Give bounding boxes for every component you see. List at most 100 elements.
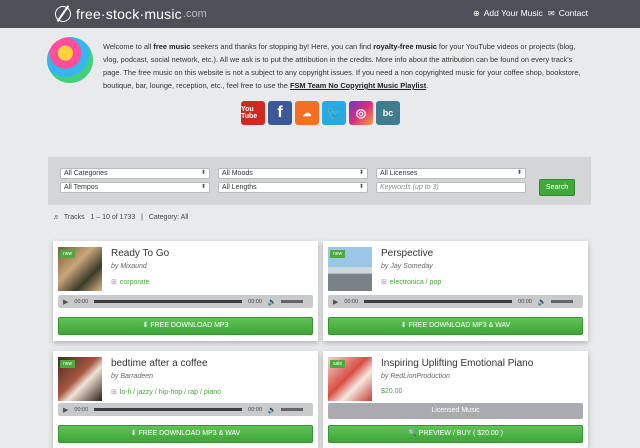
download-icon: ⬇ xyxy=(400,322,407,329)
soundcloud-icon[interactable]: ☁ xyxy=(295,101,319,125)
free-download-button[interactable]: ⬇ FREE DOWNLOAD MP3 & WAV xyxy=(328,317,583,335)
genre-label: lo-fi / jazzy / hip-hop / rap / piano xyxy=(119,389,222,396)
facebook-icon[interactable]: f xyxy=(268,101,292,125)
tracks-category: Category: All xyxy=(148,214,189,221)
progress-bar[interactable] xyxy=(94,408,243,411)
tag-icon: ⊞ xyxy=(111,279,117,286)
separator: | xyxy=(141,214,143,221)
track-thumbnail[interactable]: new xyxy=(58,247,102,291)
track-title[interactable]: Inspiring Uplifting Emotional Piano xyxy=(381,358,533,369)
nav-add-label: Add Your Music xyxy=(483,8,543,18)
track-genre[interactable]: ⊞ electronica / pop xyxy=(381,278,441,286)
twitter-icon[interactable]: 🐦 xyxy=(322,101,346,125)
intro-bold: free music xyxy=(153,42,191,51)
track-artist: by RedLionProduction xyxy=(381,373,450,380)
bandcamp-icon[interactable]: bc xyxy=(376,101,400,125)
volume-icon[interactable]: 🔈 xyxy=(268,406,277,414)
preview-buy-button[interactable]: 🔍 PREVIEW / BUY ( $20.00 ) xyxy=(328,425,583,443)
track-genre[interactable]: ⊞ lo-fi / jazzy / hip-hop / rap / piano xyxy=(111,388,221,396)
intro-part: . xyxy=(426,81,429,90)
current-time: 00:00 xyxy=(74,298,89,305)
updown-arrow-icon: ⬍ xyxy=(200,184,206,190)
playlist-link[interactable]: FSM Team No Copyright Music Playlist xyxy=(290,81,426,90)
volume-icon[interactable]: 🔈 xyxy=(268,298,277,306)
download-icon: ⬇ xyxy=(130,430,137,437)
new-badge: new xyxy=(60,250,76,258)
free-download-button[interactable]: ⬇ FREE DOWNLOAD MP3 & WAV xyxy=(58,425,313,443)
track-title[interactable]: Perspective xyxy=(381,248,433,259)
tracks-range: 1 – 10 of 1733 xyxy=(90,214,136,221)
progress-bar[interactable] xyxy=(94,300,243,303)
tracks-summary: ♬ Tracks 1 – 10 of 1733 | Category: All xyxy=(53,214,188,221)
updown-arrow-icon: ⬍ xyxy=(516,170,522,176)
tracks-label: Tracks xyxy=(63,214,85,221)
filter-panel: All Categories ⬍ All Moods ⬍ All Licenses ⬍… xyxy=(48,157,591,205)
duration: 00:00 xyxy=(518,298,532,305)
audio-player[interactable]: ▶ 00:00 00:00 🔈 xyxy=(58,295,313,308)
play-icon[interactable]: ▶ xyxy=(63,298,68,306)
nav-contact[interactable]: ✉ Contact xyxy=(548,8,588,18)
license-select[interactable]: All Licenses ⬍ xyxy=(376,168,526,179)
search-button[interactable]: Search xyxy=(539,179,575,196)
track-thumbnail[interactable]: new xyxy=(328,247,372,291)
volume-slider[interactable] xyxy=(550,300,573,303)
track-card: new Perspective by Jay Someday ⊞ electron… xyxy=(323,241,588,341)
site-logo[interactable]: free·stock·music .com xyxy=(55,4,207,24)
play-icon[interactable]: ▶ xyxy=(63,406,68,414)
nav-add-your-music[interactable]: ⊕ Add Your Music xyxy=(473,8,543,18)
tag-icon: ⊞ xyxy=(381,279,387,286)
volume-slider[interactable] xyxy=(280,408,303,411)
updown-arrow-icon: ⬍ xyxy=(358,184,364,190)
play-icon[interactable]: ▶ xyxy=(333,298,338,306)
audio-player[interactable]: ▶ 00:00 00:00 🔈 xyxy=(58,403,313,416)
select-value: All Tempos xyxy=(64,184,99,191)
new-badge: new xyxy=(330,250,346,258)
category-select[interactable]: All Categories ⬍ xyxy=(60,168,210,179)
intro-part: Welcome to all xyxy=(103,42,154,51)
select-value: All Licenses xyxy=(380,170,418,177)
track-thumbnail[interactable]: new xyxy=(58,357,102,401)
track-artist: by Mixaund xyxy=(111,263,147,270)
mood-select[interactable]: All Moods ⬍ xyxy=(218,168,368,179)
volume-icon[interactable]: 🔈 xyxy=(538,298,547,306)
free-download-button[interactable]: ⬇ FREE DOWNLOAD MP3 xyxy=(58,317,313,335)
youtube-icon[interactable]: You Tube xyxy=(241,101,265,125)
download-icon: ⬇ xyxy=(142,322,149,329)
tempo-select[interactable]: All Tempos ⬍ xyxy=(60,182,210,193)
duration: 00:00 xyxy=(248,298,262,305)
track-title[interactable]: Ready To Go xyxy=(111,248,169,259)
licensed-music-label: Licensed Music xyxy=(328,403,583,419)
genre-label: electronica / pop xyxy=(389,279,442,286)
top-navbar: free·stock·music .com ⊕ Add Your Music ✉… xyxy=(0,0,640,28)
current-time: 00:00 xyxy=(344,298,359,305)
search-icon: 🔍 xyxy=(408,430,417,437)
music-note-icon: ♬ xyxy=(53,214,60,221)
updown-arrow-icon: ⬍ xyxy=(200,170,206,176)
nav-contact-label: Contact xyxy=(558,8,588,18)
button-label: FREE DOWNLOAD MP3 & WAV xyxy=(138,430,241,437)
length-select[interactable]: All Lengths ⬍ xyxy=(218,182,368,193)
logo-text: free·stock·music xyxy=(76,6,182,22)
intro-text: Welcome to all free music seekers and th… xyxy=(103,40,590,92)
track-card: new Ready To Go by Mixaund ⊞ corporate ▶ … xyxy=(53,241,318,341)
track-artist: by Barradeen xyxy=(111,373,154,380)
avatar xyxy=(47,37,93,83)
envelope-icon: ✉ xyxy=(548,8,555,18)
audio-player[interactable]: ▶ 00:00 00:00 🔈 xyxy=(328,295,583,308)
button-label: FREE DOWNLOAD MP3 & WAV xyxy=(408,322,511,329)
progress-bar[interactable] xyxy=(364,300,513,303)
tag-icon: ⊞ xyxy=(111,389,117,396)
new-badge: new xyxy=(60,360,76,368)
instagram-icon[interactable]: ◎ xyxy=(349,101,373,125)
keywords-input[interactable]: Keywords (up to 3) xyxy=(376,182,526,193)
track-title[interactable]: bedtime after a coffee xyxy=(111,358,208,369)
logo-suffix: .com xyxy=(182,8,207,20)
select-value: All Categories xyxy=(64,170,108,177)
genre-label: corporate xyxy=(119,279,150,286)
duration: 00:00 xyxy=(248,406,262,413)
plus-circle-icon: ⊕ xyxy=(473,8,480,18)
button-label: FREE DOWNLOAD MP3 xyxy=(150,322,229,329)
track-genre[interactable]: ⊞ corporate xyxy=(111,278,149,286)
volume-slider[interactable] xyxy=(280,300,303,303)
track-thumbnail[interactable]: sale xyxy=(328,357,372,401)
